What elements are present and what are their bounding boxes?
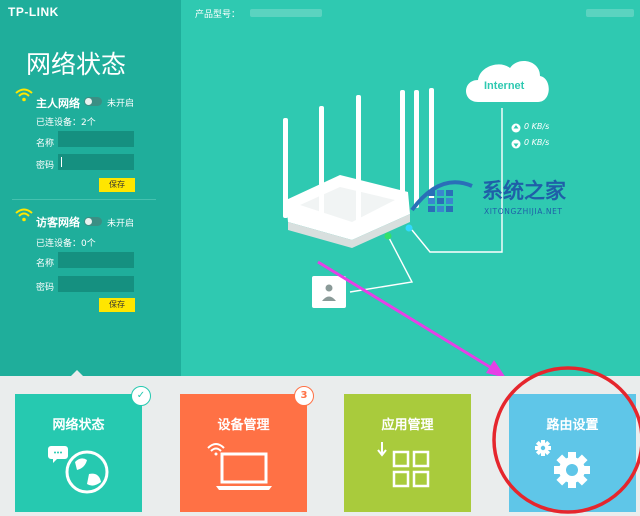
annotation-highlight-circle xyxy=(492,366,640,514)
